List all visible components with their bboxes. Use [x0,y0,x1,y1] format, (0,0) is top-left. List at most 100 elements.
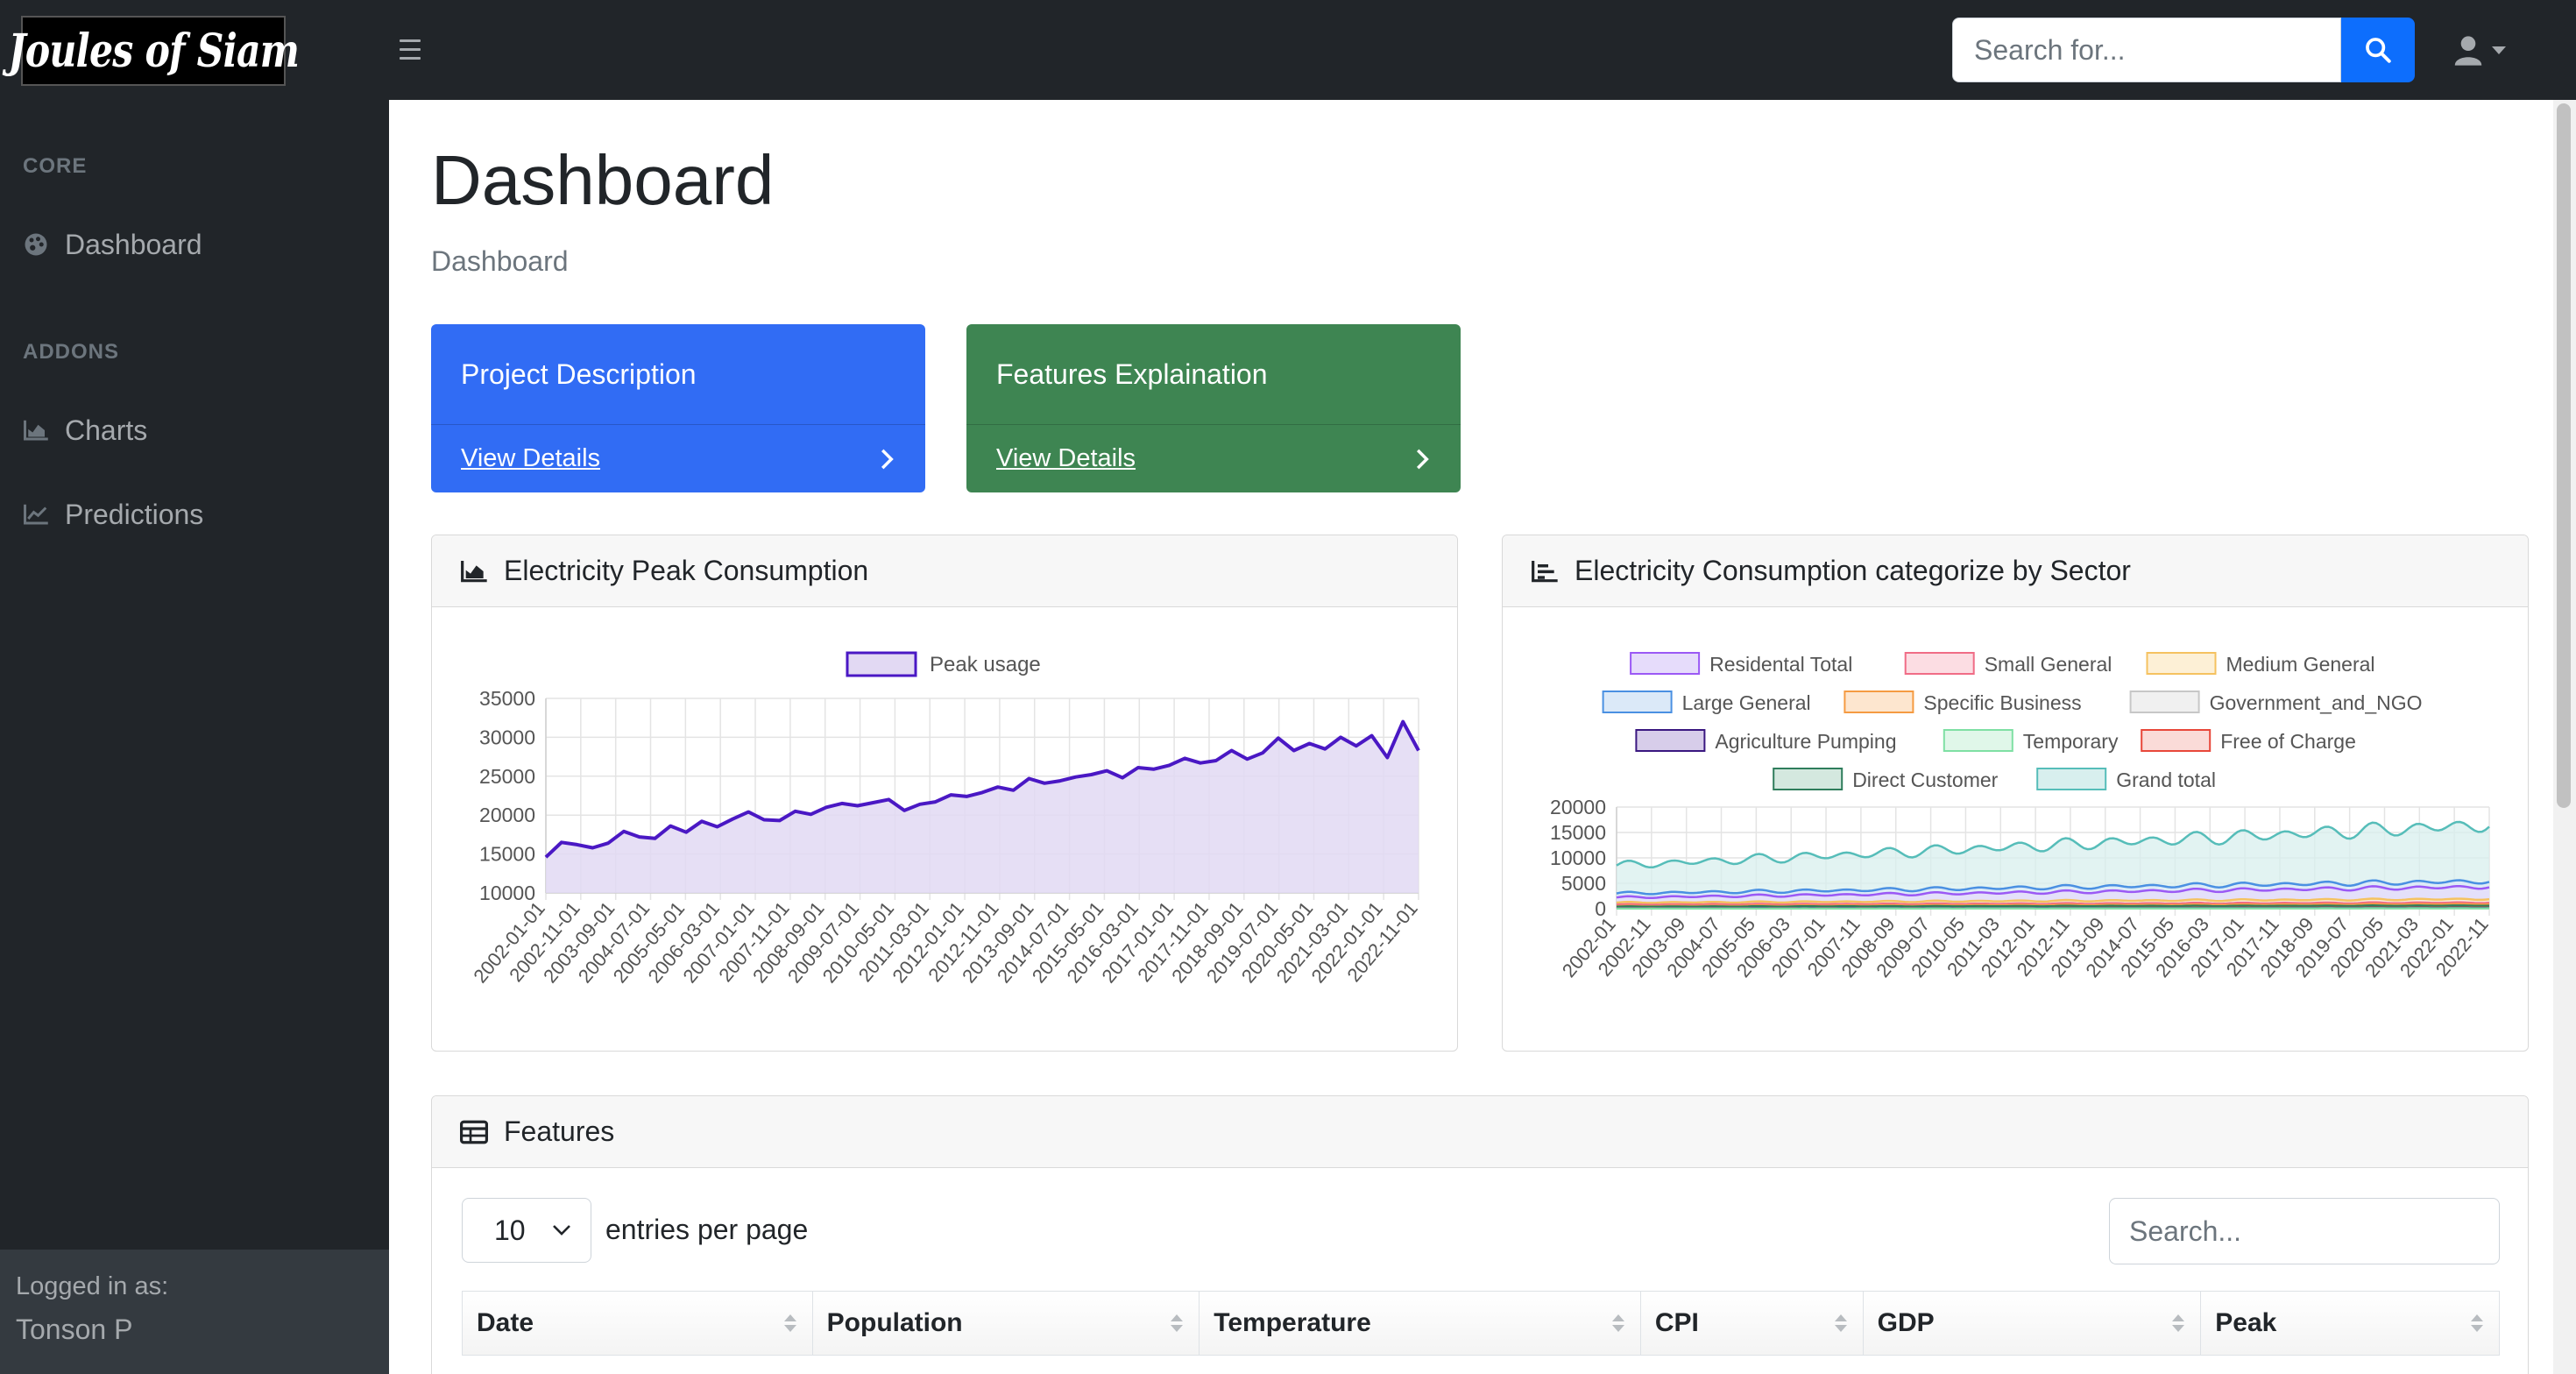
page-title: Dashboard [431,141,775,219]
column-header-label: Date [477,1308,534,1337]
chevron-right-icon[interactable] [880,448,895,471]
sidebar-item-dashboard[interactable]: Dashboard [23,223,373,266]
column-header-label: Population [826,1308,963,1337]
legend-label: Large General [1682,691,1811,714]
chevron-right-icon[interactable] [1415,448,1431,471]
sidebar-item-charts[interactable]: Charts [23,408,373,452]
sidebar-heading-core: CORE [23,154,88,178]
panel-header: Features [432,1096,2528,1168]
column-header-date[interactable]: Date [463,1292,813,1355]
features-view-details-link[interactable]: View Details [996,444,1136,473]
sidebar-item-label: Predictions [65,498,204,530]
top-navbar: Joules of Siam [0,0,2576,100]
sort-icon [1171,1314,1184,1332]
y-tick-label: 30000 [479,726,535,748]
bar-chart-icon [1532,560,1558,582]
menu-bar-icon [400,39,421,42]
chevron-down-icon [553,1225,570,1236]
menu-bar-icon [400,47,421,51]
area-chart-icon [461,560,487,582]
sort-icon [1834,1314,1847,1332]
legend-label: Government_and_NGO [2210,691,2423,714]
card-title: Project Description [461,358,697,390]
y-tick-label: 10000 [479,882,535,904]
table-icon [460,1120,488,1144]
column-header-label: CPI [1654,1308,1699,1337]
sidebar-footer: Logged in as: Tonson P [0,1250,389,1374]
y-tick-label: 20000 [1550,796,1606,818]
sidebar-item-predictions[interactable]: Predictions [23,492,373,536]
legend-label: Direct Customer [1852,768,1998,791]
panel-title: Electricity Consumption categorize by Se… [1575,555,2131,586]
column-header-cpi[interactable]: CPI [1641,1292,1864,1355]
sort-icon [2172,1314,2185,1332]
brand-logo-text: Joules of Siam [8,24,300,78]
legend-swatch [2129,691,2200,713]
legend-swatch [1844,691,1914,713]
caret-down-icon [2492,46,2506,54]
table-header-row: Date Population Temperature CPI GDP Peak [462,1291,2500,1356]
panel-header: Electricity Peak Consumption [432,535,1457,607]
area-chart-icon [24,420,48,441]
table-search-input[interactable] [2109,1198,2500,1264]
legend-swatch [1602,691,1673,713]
column-header-temperature[interactable]: Temperature [1200,1292,1641,1355]
legend-label: Grand total [2116,768,2216,791]
user-dropdown[interactable] [2453,32,2516,70]
legend-label: Temporary [2023,730,2119,753]
panel-header: Electricity Consumption categorize by Se… [1503,535,2528,607]
legend-label: Free of Charge [2220,730,2356,753]
panel-title: Features [504,1115,615,1147]
sidebar-heading-addons: ADDONS [23,340,120,364]
menu-bar-icon [400,56,421,60]
legend-swatch [1904,652,1975,675]
search-icon [2366,38,2391,63]
project-view-details-link[interactable]: View Details [461,444,600,473]
sidebar-toggle-button[interactable] [400,33,431,65]
palette-icon [25,233,47,256]
project-description-card: Project Description View Details [431,324,925,492]
top-search-button[interactable] [2341,18,2415,82]
legend-label: Residental Total [1709,653,1852,676]
y-tick-label: 25000 [479,765,535,788]
column-header-gdp[interactable]: GDP [1864,1292,2202,1355]
sort-icon [1611,1314,1624,1332]
y-tick-label: 5000 [1561,872,1606,895]
sidebar-item-label: Charts [65,414,148,446]
entries-per-page-label: entries per page [605,1214,809,1245]
card-footer: View Details [431,424,925,492]
legend-swatch [2141,729,2212,752]
legend-swatch [2146,652,2217,675]
top-search-input[interactable] [1952,18,2341,82]
legend-label: Agriculture Pumping [1715,730,1896,753]
features-panel: Features 10 entries per page Date Popula… [431,1095,2529,1374]
user-icon [2454,36,2482,66]
breadcrumb: Dashboard [431,245,569,277]
y-tick-label: 20000 [479,804,535,826]
panel-title: Electricity Peak Consumption [504,555,869,586]
peak-consumption-chart: 3500030000250002000015000100002002-01-01… [469,651,1422,987]
top-search-group [1952,18,2415,82]
column-header-peak[interactable]: Peak [2201,1292,2499,1355]
card-title: Features Explaination [996,358,1268,390]
column-header-population[interactable]: Population [813,1292,1200,1355]
card-footer: View Details [966,424,1461,492]
page-scrollbar-thumb[interactable] [2557,103,2571,808]
sector-consumption-panel: Electricity Consumption categorize by Se… [1502,535,2529,1052]
entries-value: 10 [494,1214,526,1246]
legend-swatch [2036,768,2107,790]
brand-logo[interactable]: Joules of Siam [8,16,300,86]
legend-label: Specific Business [1923,691,2081,714]
line-chart-icon [24,504,48,525]
series-line [1616,904,2490,909]
y-tick-label: 15000 [479,843,535,866]
sort-icon [2471,1314,2483,1332]
sort-icon [783,1314,796,1332]
legend-swatch [1943,729,2013,752]
y-tick-label: 15000 [1550,821,1606,844]
column-header-label: Temperature [1214,1308,1371,1337]
sidebar-item-label: Dashboard [65,228,202,260]
entries-per-page-select[interactable]: 10 [462,1198,591,1263]
column-header-label: Peak [2215,1308,2277,1337]
legend-swatch [846,651,917,677]
